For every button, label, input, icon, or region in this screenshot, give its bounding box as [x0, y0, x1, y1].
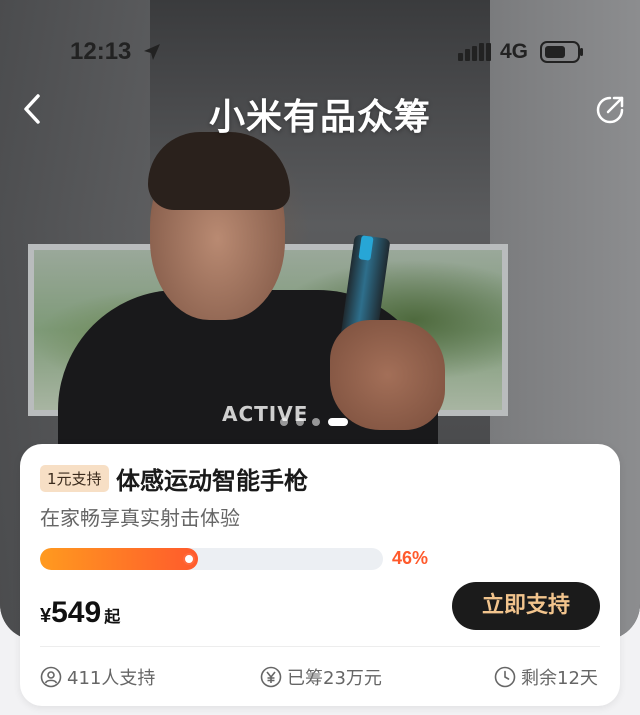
remaining-days: 剩余12天	[521, 668, 598, 689]
carousel-dot[interactable]	[296, 418, 304, 426]
funding-progress-fill	[40, 548, 198, 570]
battery-icon	[540, 41, 583, 63]
hero-hands	[330, 320, 445, 430]
signal-icon	[458, 43, 491, 61]
price-suffix: 起	[104, 609, 121, 626]
price-value: 549	[51, 596, 102, 629]
product-subtitle: 在家畅享真实射击体验	[40, 506, 240, 530]
raised-amount: 已筹23万元	[287, 668, 382, 689]
raised-stat: 已筹23万元	[260, 664, 382, 690]
carousel-dot[interactable]	[328, 418, 348, 426]
support-badge: 1元支持	[40, 465, 109, 492]
funding-progress-knob	[183, 553, 195, 565]
clock-icon	[494, 666, 516, 688]
supporters-stat: 411人支持	[40, 664, 155, 690]
carousel-indicator	[280, 418, 348, 426]
product-title: 体感运动智能手枪	[116, 467, 308, 495]
product-card[interactable]: 1元支持 体感运动智能手枪 在家畅享真实射击体验 46% ¥549 起 立即支持 …	[20, 444, 620, 706]
divider	[40, 646, 600, 647]
page-title: 小米有品众筹	[208, 96, 431, 138]
carousel-dot[interactable]	[312, 418, 320, 426]
supporters-count: 411人支持	[67, 668, 156, 689]
location-arrow-icon	[144, 44, 160, 60]
yen-icon	[260, 666, 282, 688]
price-currency: ¥	[40, 605, 52, 627]
carousel-dot[interactable]	[280, 418, 288, 426]
price: ¥549 起	[40, 596, 120, 630]
person-icon	[40, 666, 62, 688]
hero-person-hair	[148, 132, 290, 210]
share-icon[interactable]	[594, 94, 626, 126]
funding-progress-bar	[40, 548, 383, 570]
support-now-button[interactable]: 立即支持	[452, 582, 600, 630]
remaining-stat: 剩余12天	[494, 664, 598, 690]
funding-progress-percent: 46%	[392, 548, 429, 568]
status-bar: 12:13 4G	[0, 0, 640, 100]
status-time: 12:13	[70, 38, 132, 65]
network-type: 4G	[500, 40, 529, 63]
